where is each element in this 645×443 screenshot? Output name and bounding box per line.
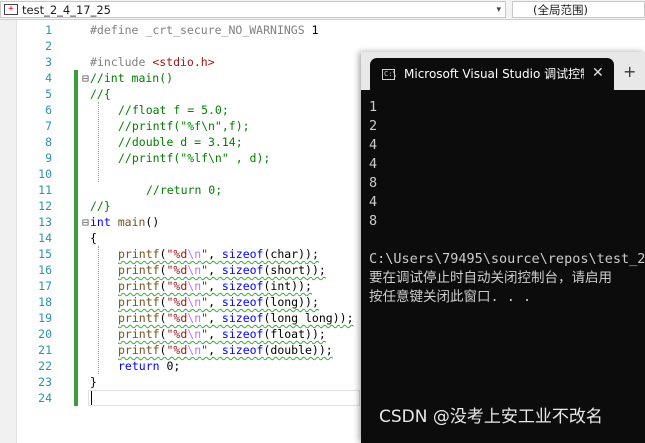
code-line[interactable]: } (90, 374, 97, 390)
line-number: 7 (45, 119, 52, 133)
line-number: 11 (38, 183, 52, 197)
line-number: 21 (38, 343, 52, 357)
line-number: 15 (38, 247, 52, 261)
line-number: 1 (45, 23, 52, 37)
line-number: 16 (38, 263, 52, 277)
change-marker (74, 214, 78, 406)
code-line[interactable]: //printf("%f\n",f); (118, 118, 250, 134)
editor-glyph-margin (0, 20, 17, 443)
output-line: 1 (369, 99, 378, 115)
line-number: 9 (45, 151, 52, 165)
indent-guide (98, 246, 99, 374)
line-number: 19 (38, 311, 52, 325)
code-line[interactable]: //float f = 5.0; (118, 102, 229, 118)
code-line[interactable]: //printf("%lf\n" , d); (118, 150, 270, 166)
terminal-icon: C:\ (382, 69, 397, 80)
preprocessor-directive: #define (90, 23, 146, 37)
line-number: 3 (45, 55, 52, 69)
keyword: int (90, 215, 111, 229)
code-line[interactable]: printf("%d\n", sizeof(double)); (118, 342, 333, 358)
preprocessor-directive: #include (90, 55, 153, 69)
line-number: 14 (38, 231, 52, 245)
line-number: 4 (45, 71, 52, 85)
code-line[interactable]: printf("%d\n", sizeof(long)); (118, 294, 319, 310)
keyword: return (118, 359, 160, 373)
output-line: 4 (369, 137, 378, 153)
project-scope-dropdown[interactable]: + test_2_4_17_25 ▾ (0, 1, 506, 18)
line-number: 24 (38, 391, 52, 405)
console-press-key-line: 按任意键关闭此窗口. . . (369, 289, 532, 305)
cpp-project-icon: + (4, 4, 18, 15)
line-number: 8 (45, 135, 52, 149)
return-value: 0; (159, 359, 181, 373)
code-line[interactable]: printf("%d\n", sizeof(long long)); (118, 310, 354, 326)
change-marker (74, 70, 78, 214)
macro-name: _crt_secure_NO_WARNINGS (145, 23, 305, 37)
code-line[interactable]: { (90, 230, 97, 246)
text-cursor (91, 391, 92, 405)
code-line[interactable]: return 0; (118, 358, 180, 374)
line-number: 20 (38, 327, 52, 341)
console-hint-line: 要在调试停止时自动关闭控制台，请启用 (369, 270, 612, 286)
close-icon[interactable]: ✕ (592, 65, 604, 81)
collapse-icon[interactable]: ⊟ (82, 70, 89, 86)
output-line: 8 (369, 213, 378, 229)
line-number: 6 (45, 103, 52, 117)
code-line[interactable]: //double d = 3.14; (118, 134, 243, 150)
function-name: main (117, 215, 146, 229)
code-line[interactable]: #include <stdio.h> (90, 54, 215, 70)
code-line[interactable]: printf("%d\n", sizeof(int)); (118, 278, 312, 294)
console-tab[interactable]: C:\ Microsoft Visual Studio 调试控制台 ✕ (370, 58, 614, 90)
include-header: <stdio.h> (152, 55, 215, 69)
current-line-highlight (88, 390, 360, 406)
console-tab-bar: C:\ Microsoft Visual Studio 调试控制台 ✕ + (361, 52, 645, 90)
line-number: 22 (38, 359, 52, 373)
new-tab-button[interactable]: + (623, 64, 636, 80)
collapse-icon[interactable]: ⊟ (82, 214, 89, 230)
code-line[interactable]: //return 0; (146, 182, 222, 198)
code-line[interactable]: printf("%d\n", sizeof(short)); (118, 262, 326, 278)
code-line[interactable]: //int main() (90, 70, 173, 86)
line-number: 18 (38, 295, 52, 309)
global-scope-label: (全局范围) (533, 3, 588, 17)
line-number: 2 (45, 39, 52, 53)
navigation-bar: + test_2_4_17_25 ▾ (全局范围) (0, 0, 645, 20)
line-number: 10 (38, 167, 52, 181)
output-line: 2 (369, 118, 378, 134)
code-line[interactable]: printf("%d\n", sizeof(float)); (118, 326, 326, 342)
code-line[interactable]: #define _crt_secure_NO_WARNINGS 1 (90, 22, 319, 38)
macro-value: 1 (304, 23, 319, 37)
line-number: 12 (38, 199, 52, 213)
indent-guide (98, 102, 99, 182)
code-line[interactable]: int main() (90, 214, 159, 230)
console-tab-title: Microsoft Visual Studio 调试控制台 (404, 67, 584, 81)
output-line: 8 (369, 175, 378, 191)
line-number: 13 (38, 215, 52, 229)
code-line[interactable]: printf("%d\n", sizeof(char)); (118, 246, 319, 262)
line-number: 17 (38, 279, 52, 293)
output-line: 4 (369, 194, 378, 210)
debug-console-window[interactable]: C:\ Microsoft Visual Studio 调试控制台 ✕ + 1 … (361, 52, 645, 443)
project-name: test_2_4_17_25 (22, 3, 111, 17)
console-path-line: C:\Users\79495\source\repos\test_2_4_17_… (369, 251, 645, 267)
csdn-watermark: CSDN @没考上安工业不改名 (379, 407, 603, 427)
punctuation: () (145, 215, 160, 229)
chevron-down-icon[interactable]: ▾ (496, 3, 501, 17)
line-number: 5 (45, 87, 52, 101)
code-line[interactable]: //{ (90, 86, 111, 102)
global-scope-dropdown[interactable]: (全局范围) (512, 1, 645, 18)
code-line[interactable]: //} (90, 198, 111, 214)
output-line: 4 (369, 156, 378, 172)
line-number: 23 (38, 375, 52, 389)
console-output[interactable]: 1 2 4 4 8 4 8 C:\Users\79495\source\repo… (361, 90, 645, 443)
